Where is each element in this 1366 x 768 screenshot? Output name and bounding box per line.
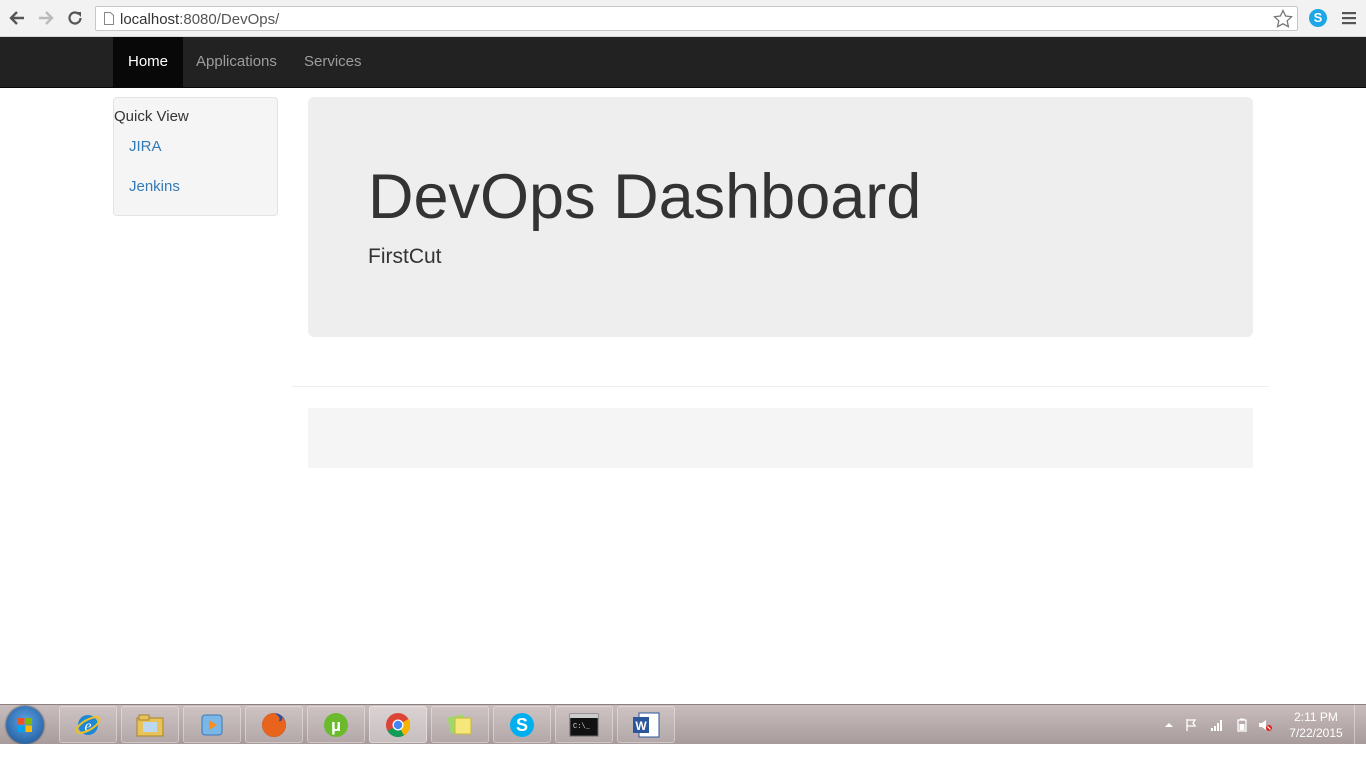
nav-services[interactable]: Services [289, 37, 377, 87]
forward-arrow-icon [39, 11, 54, 25]
sticky-notes-icon [447, 714, 472, 734]
url-path: :8080/DevOps/ [179, 11, 280, 28]
clock-time: 2:11 PM [1294, 710, 1338, 724]
start-button[interactable] [6, 706, 44, 744]
media-player-icon [201, 714, 223, 735]
taskbar-utorrent[interactable]: µ [307, 706, 365, 743]
taskbar-skype[interactable]: S [493, 706, 551, 743]
firefox-icon [262, 712, 286, 737]
taskbar-cmd[interactable]: C:\_ [555, 706, 613, 743]
svg-text:S: S [516, 715, 528, 735]
skype-extension-icon[interactable]: S [1309, 9, 1327, 27]
forward-button[interactable] [35, 7, 57, 29]
taskbar-sticky-notes[interactable] [431, 706, 489, 743]
chrome-icon [386, 712, 411, 737]
quick-view-title: Quick View [114, 108, 189, 125]
volume-muted-icon[interactable] [1258, 718, 1272, 732]
url-text: localhost:8080/DevOps/ [120, 11, 279, 28]
internet-explorer-icon: e [75, 714, 101, 735]
taskbar-ie[interactable]: e [59, 706, 117, 743]
back-button[interactable] [6, 7, 28, 29]
word-icon: W [633, 712, 660, 737]
action-center-flag-icon[interactable] [1185, 718, 1199, 732]
svg-text:µ: µ [331, 716, 341, 735]
screen-bottom-margin [0, 744, 1366, 768]
horizontal-divider [292, 386, 1269, 387]
jumbotron: DevOps Dashboard FirstCut [308, 97, 1253, 337]
browser-toolbar: localhost:8080/DevOps/ S [0, 0, 1366, 37]
skype-icon: S [510, 712, 534, 737]
bookmark-star-icon[interactable] [1273, 9, 1293, 29]
network-signal-icon[interactable] [1210, 718, 1224, 732]
page-subtitle: FirstCut [368, 245, 442, 268]
taskbar-chrome[interactable] [369, 706, 427, 743]
taskbar-firefox[interactable] [245, 706, 303, 743]
file-explorer-icon [136, 714, 164, 736]
top-navbar: Home Applications Services [0, 37, 1366, 88]
reload-button[interactable] [64, 7, 86, 29]
taskbar-explorer[interactable] [121, 706, 179, 743]
hamburger-menu-icon[interactable] [1341, 10, 1357, 26]
reload-icon [68, 11, 82, 25]
page-icon [104, 12, 114, 25]
svg-text:C:\_: C:\_ [573, 723, 591, 731]
command-prompt-icon: C:\_ [569, 713, 599, 736]
battery-icon[interactable] [1235, 718, 1249, 732]
content-well [308, 408, 1253, 468]
sidebar-link-jira[interactable]: JIRA [129, 138, 162, 155]
show-hidden-icons-icon[interactable] [1162, 718, 1176, 732]
nav-applications[interactable]: Applications [181, 37, 292, 87]
windows-logo-icon [18, 718, 32, 732]
quick-view-panel: Quick View JIRA Jenkins [113, 97, 278, 216]
address-bar[interactable]: localhost:8080/DevOps/ [95, 6, 1298, 31]
nav-home[interactable]: Home [113, 37, 184, 87]
utorrent-icon: µ [324, 712, 348, 737]
svg-text:W: W [635, 719, 647, 733]
windows-taskbar: e µ S C:\_ W 2:11 PM 7/22/2015 [0, 704, 1366, 745]
taskbar-media-player[interactable] [183, 706, 241, 743]
clock-date: 7/22/2015 [1289, 726, 1343, 740]
url-host: localhost [120, 11, 180, 28]
sidebar-link-jenkins[interactable]: Jenkins [129, 178, 180, 195]
page-title: DevOps Dashboard [368, 162, 922, 232]
show-desktop-button[interactable] [1354, 705, 1366, 745]
taskbar-clock[interactable]: 2:11 PM 7/22/2015 [1288, 709, 1344, 741]
back-arrow-icon [9, 11, 24, 25]
taskbar-word[interactable]: W [617, 706, 675, 743]
